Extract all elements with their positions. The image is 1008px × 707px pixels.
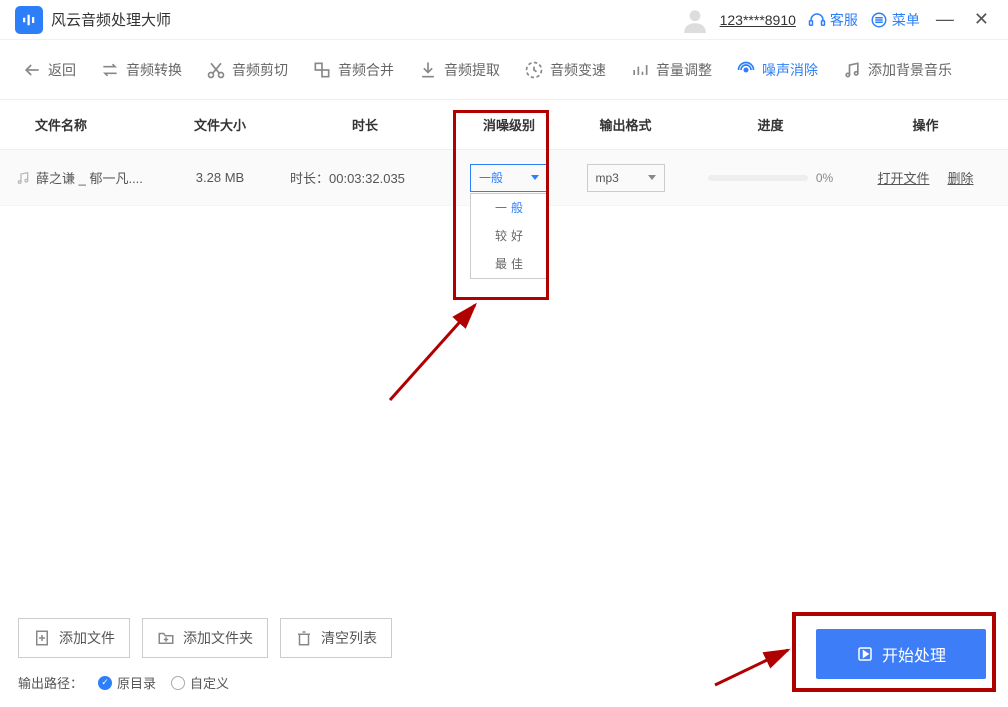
add-folder-label: 添加文件夹 — [183, 628, 253, 648]
tab-merge-label: 音频合并 — [338, 60, 394, 80]
clear-list-label: 清空列表 — [321, 628, 377, 648]
tab-speed[interactable]: 音频变速 — [512, 60, 618, 80]
header-format: 输出格式 — [568, 115, 683, 134]
tab-volume[interactable]: 音量调整 — [618, 60, 724, 80]
chevron-down-icon — [648, 175, 656, 180]
tab-volume-label: 音量调整 — [656, 60, 712, 80]
tab-cut-label: 音频剪切 — [232, 60, 288, 80]
progress-bar — [708, 175, 808, 181]
header-action: 操作 — [858, 115, 993, 134]
tab-bgm-label: 添加背景音乐 — [868, 60, 952, 80]
customer-service-label: 客服 — [830, 10, 858, 30]
music-icon — [15, 170, 31, 186]
tab-cut[interactable]: 音频剪切 — [194, 60, 300, 80]
start-process-label: 开始处理 — [882, 642, 946, 666]
app-logo-icon — [15, 6, 43, 34]
menu-label: 菜单 — [892, 10, 920, 30]
noise-level-option[interactable]: 较好 — [471, 222, 547, 250]
row-actions: 打开文件 删除 — [858, 168, 993, 187]
chevron-down-icon — [531, 175, 539, 180]
tab-speed-label: 音频变速 — [550, 60, 606, 80]
app-title: 风云音频处理大师 — [51, 9, 171, 30]
toolbar: 返回 音频转换 音频剪切 音频合并 音频提取 音频变速 音量调整 噪声消除 添加… — [0, 40, 1008, 100]
radio-custom-label: 自定义 — [190, 673, 229, 692]
tab-extract-label: 音频提取 — [444, 60, 500, 80]
header-level: 消噪级别 — [450, 115, 568, 134]
customer-service-button[interactable]: 客服 — [808, 10, 858, 30]
tab-bgm[interactable]: 添加背景音乐 — [830, 60, 964, 80]
noise-level-select[interactable]: 一般 — [470, 164, 548, 192]
menu-button[interactable]: 菜单 — [870, 10, 920, 30]
tab-convert-label: 音频转换 — [126, 60, 182, 80]
header-progress: 进度 — [683, 115, 858, 134]
row-size: 3.28 MB — [160, 170, 280, 185]
open-file-link[interactable]: 打开文件 — [877, 168, 929, 187]
bottom-bar: 添加文件 添加文件夹 清空列表 输出路径： 原目录 自定义 开始处理 — [0, 618, 1008, 707]
minimize-button[interactable]: — — [932, 9, 958, 30]
row-duration: 时长：00:03:32.035 — [280, 168, 450, 187]
row-level-cell: 一般 一般 较好 最佳 — [450, 164, 568, 192]
noise-level-option[interactable]: 最佳 — [471, 250, 547, 278]
noise-level-selected: 一般 — [479, 169, 503, 186]
add-folder-button[interactable]: 添加文件夹 — [142, 618, 268, 658]
back-button[interactable]: 返回 — [10, 60, 88, 80]
output-path-label: 输出路径： — [18, 673, 83, 692]
close-button[interactable]: ✕ — [970, 9, 993, 30]
row-filename: 薛之谦 _ 郁一凡.... — [15, 168, 160, 187]
header-name: 文件名称 — [15, 115, 160, 134]
annotation-arrow-icon — [380, 290, 490, 410]
user-id[interactable]: 123****8910 — [720, 12, 796, 28]
radio-dot-icon — [171, 676, 185, 690]
tab-extract[interactable]: 音频提取 — [406, 60, 512, 80]
radio-custom-dir[interactable]: 自定义 — [171, 673, 229, 692]
header-size: 文件大小 — [160, 115, 280, 134]
radio-original-dir[interactable]: 原目录 — [98, 673, 156, 692]
radio-dot-icon — [98, 676, 112, 690]
format-select[interactable]: mp3 — [587, 164, 665, 192]
clear-list-button[interactable]: 清空列表 — [280, 618, 392, 658]
add-file-label: 添加文件 — [59, 628, 115, 648]
table-header: 文件名称 文件大小 时长 消噪级别 输出格式 进度 操作 — [0, 100, 1008, 150]
add-file-button[interactable]: 添加文件 — [18, 618, 130, 658]
header-duration: 时长 — [280, 115, 450, 134]
tab-noise-label: 噪声消除 — [762, 60, 818, 80]
noise-level-dropdown: 一般 较好 最佳 — [470, 193, 548, 279]
format-selected: mp3 — [596, 171, 619, 185]
progress-pct: 0% — [816, 171, 833, 185]
table-row: 薛之谦 _ 郁一凡.... 3.28 MB 时长：00:03:32.035 一般… — [0, 150, 1008, 206]
tab-noise[interactable]: 噪声消除 — [724, 60, 830, 80]
start-process-button[interactable]: 开始处理 — [816, 629, 986, 679]
back-label: 返回 — [48, 60, 76, 80]
radio-original-label: 原目录 — [117, 673, 156, 692]
noise-level-option[interactable]: 一般 — [471, 194, 547, 222]
avatar-icon — [682, 7, 708, 33]
row-progress: 0% — [683, 171, 858, 185]
row-filename-text: 薛之谦 _ 郁一凡.... — [36, 168, 143, 187]
titlebar: 风云音频处理大师 123****8910 客服 菜单 — ✕ — [0, 0, 1008, 40]
delete-link[interactable]: 删除 — [948, 168, 974, 187]
tab-convert[interactable]: 音频转换 — [88, 60, 194, 80]
tab-merge[interactable]: 音频合并 — [300, 60, 406, 80]
row-format-cell: mp3 — [568, 164, 683, 192]
